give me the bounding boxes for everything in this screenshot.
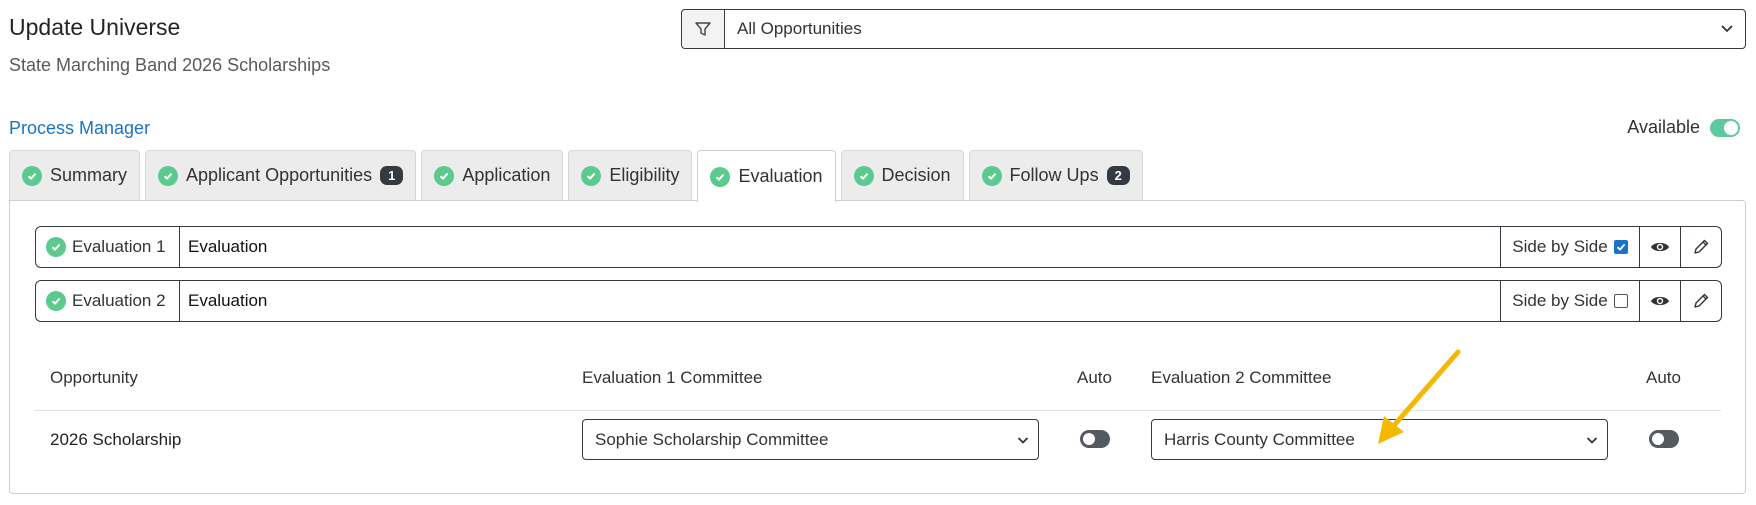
side-by-side-label: Side by Side (1512, 291, 1608, 310)
side-by-side-label: Side by Side (1512, 237, 1608, 256)
tab-follow-ups[interactable]: Follow Ups 2 (968, 150, 1143, 200)
available-toggle[interactable] (1710, 118, 1740, 137)
pencil-icon (1694, 239, 1709, 254)
evaluation-row-1: Evaluation 1 Evaluation Side by Side (35, 226, 1722, 268)
eye-icon (1651, 296, 1669, 306)
evaluation-1-committee-value: Sophie Scholarship Committee (595, 429, 829, 449)
evaluation-2-committee-value: Harris County Committee (1164, 429, 1355, 449)
opportunity-filter-value: All Opportunities (737, 19, 862, 38)
process-tabs: Summary Applicant Opportunities 1 Applic… (9, 150, 1143, 202)
available-toggle-group: Available (1627, 117, 1740, 138)
evaluation-name-field[interactable]: Evaluation (180, 227, 1500, 267)
chevron-down-icon (1017, 437, 1029, 444)
check-circle-icon (434, 165, 455, 186)
check-circle-icon (853, 165, 874, 186)
opportunity-name: 2026 Scholarship (50, 430, 182, 449)
evaluation-label-text: Evaluation 1 (72, 237, 166, 256)
check-circle-icon (158, 165, 179, 186)
tab-applicant-opportunities[interactable]: Applicant Opportunities 1 (145, 150, 417, 200)
tab-label: Follow Ups (1009, 165, 1099, 185)
annotation-arrow-icon (1378, 349, 1461, 444)
tab-label: Application (462, 165, 551, 185)
column-header-auto-1: Auto (1077, 368, 1112, 387)
tab-label: Decision (881, 165, 951, 185)
column-header-auto-2: Auto (1646, 368, 1681, 387)
evaluation-row-2: Evaluation 2 Evaluation Side by Side (35, 280, 1722, 322)
check-circle-icon (581, 165, 602, 186)
opportunity-filter-select[interactable]: All Opportunities (725, 10, 1745, 48)
tab-application[interactable]: Application (421, 150, 564, 200)
page-title: Update Universe (9, 14, 181, 40)
pencil-icon (1694, 293, 1709, 308)
process-manager-link[interactable]: Process Manager (9, 118, 150, 139)
edit-button[interactable] (1680, 227, 1721, 267)
evaluation-label-1: Evaluation 1 (36, 227, 180, 267)
tab-label: Applicant Opportunities (186, 165, 373, 185)
count-badge: 2 (1106, 166, 1130, 185)
preview-button[interactable] (1639, 281, 1680, 321)
tab-summary[interactable]: Summary (9, 150, 141, 200)
tab-eligibility[interactable]: Eligibility (568, 150, 693, 200)
evaluation-label-2: Evaluation 2 (36, 281, 180, 321)
column-header-evaluation-1-committee: Evaluation 1 Committee (582, 368, 763, 387)
tab-evaluation[interactable]: Evaluation (697, 150, 836, 202)
column-header-opportunity: Opportunity (50, 368, 138, 387)
evaluation-1-committee-select[interactable]: Sophie Scholarship Committee (582, 419, 1039, 460)
side-by-side-toggle[interactable]: Side by Side (1500, 281, 1639, 321)
evaluation-name-field[interactable]: Evaluation (180, 281, 1500, 321)
chevron-down-icon (1586, 437, 1598, 444)
available-label: Available (1627, 117, 1700, 137)
tab-decision[interactable]: Decision (840, 150, 964, 200)
column-header-evaluation-2-committee: Evaluation 2 Committee (1151, 368, 1332, 387)
auto-2-toggle[interactable] (1649, 430, 1679, 448)
side-by-side-toggle[interactable]: Side by Side (1500, 227, 1639, 267)
edit-button[interactable] (1680, 281, 1721, 321)
tab-label: Eligibility (609, 165, 680, 185)
eye-icon (1651, 242, 1669, 252)
check-circle-icon (22, 165, 42, 186)
check-circle-icon (46, 291, 66, 311)
side-by-side-checkbox[interactable] (1613, 240, 1628, 254)
preview-button[interactable] (1639, 227, 1680, 267)
auto-1-toggle[interactable] (1080, 430, 1110, 448)
tab-label: Summary (50, 165, 128, 185)
tab-label: Evaluation (738, 166, 823, 186)
check-circle-icon (981, 165, 1002, 186)
count-badge: 1 (380, 166, 404, 185)
check-circle-icon (46, 237, 66, 257)
opportunity-filter[interactable]: All Opportunities (681, 9, 1746, 49)
side-by-side-checkbox[interactable] (1613, 294, 1628, 308)
chevron-down-icon (1721, 25, 1733, 33)
page-subtitle: State Marching Band 2026 Scholarships (9, 55, 331, 75)
check-circle-icon (710, 166, 731, 187)
evaluation-label-text: Evaluation 2 (72, 291, 166, 310)
filter-icon[interactable] (682, 10, 725, 48)
